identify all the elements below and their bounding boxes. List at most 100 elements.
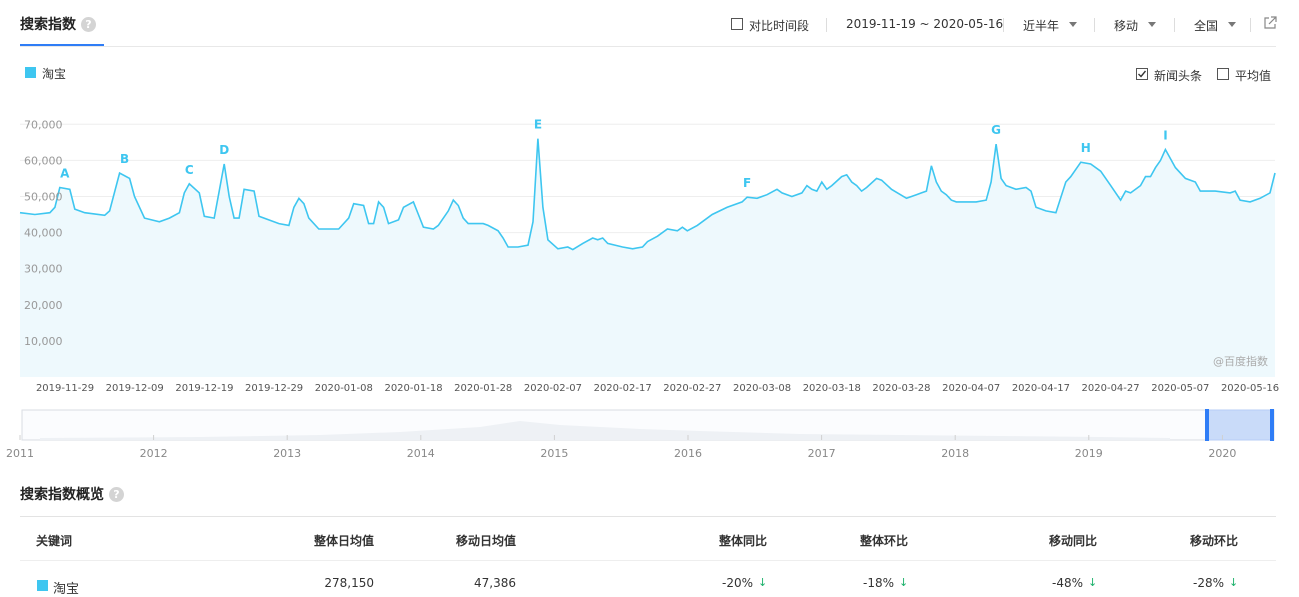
down-arrow-icon: ↓ <box>1088 576 1098 589</box>
x-tick-label: 2020-01-08 <box>315 383 373 394</box>
help-icon[interactable]: ? <box>81 17 96 32</box>
overview-title: 搜索指数概览 <box>20 487 104 503</box>
x-tick-label: 2020-02-07 <box>524 383 582 394</box>
keyword-cell: 淘宝 <box>53 582 80 597</box>
time-range-slider[interactable]: 2011 2012 2013 2014 2015 2016 2017 2018 2019 2020 <box>0 405 1299 465</box>
legend-swatch <box>25 67 36 78</box>
help-icon[interactable]: ? <box>109 487 124 502</box>
news-annotation-a[interactable]: A <box>60 166 70 180</box>
slider-left-handle[interactable] <box>1205 409 1209 441</box>
compare-checkbox[interactable] <box>731 18 743 30</box>
x-axis-labels: 2019-11-29 2019-12-09 2019-12-19 2019-12-29… <box>36 383 1279 394</box>
period-select[interactable]: 近半年 <box>1023 17 1059 34</box>
year-label: 2011 <box>6 447 34 460</box>
separator <box>1003 18 1004 32</box>
table-divider <box>20 560 1276 561</box>
x-tick-label: 2020-03-18 <box>803 383 861 394</box>
x-tick-label: 2019-12-29 <box>245 383 303 394</box>
y-tick-label: 10,000 <box>24 335 63 348</box>
device-select[interactable]: 移动 <box>1114 17 1138 34</box>
chevron-down-icon[interactable] <box>1228 22 1236 27</box>
down-arrow-icon: ↓ <box>899 576 909 589</box>
year-label: 2015 <box>540 447 568 460</box>
news-annotation-h[interactable]: H <box>1081 141 1091 155</box>
y-tick-label: 20,000 <box>24 299 63 312</box>
y-tick-label: 40,000 <box>24 227 63 240</box>
x-tick-label: 2020-04-07 <box>942 383 1000 394</box>
y-tick-label: 70,000 <box>24 118 63 131</box>
x-tick-label: 2020-01-18 <box>384 383 442 394</box>
region-select[interactable]: 全国 <box>1194 17 1218 34</box>
x-tick-label: 2020-02-27 <box>663 383 721 394</box>
year-label: 2012 <box>140 447 168 460</box>
separator <box>826 18 827 32</box>
year-label: 2013 <box>273 447 301 460</box>
check-icon <box>1138 70 1147 78</box>
overall-avg-cell: 278,150 <box>324 576 374 590</box>
down-arrow-icon: ↓ <box>1229 576 1239 589</box>
year-label: 2014 <box>407 447 435 460</box>
year-label: 2019 <box>1075 447 1103 460</box>
x-tick-label: 2020-05-07 <box>1151 383 1209 394</box>
series-area <box>20 138 1275 377</box>
news-annotation-e[interactable]: E <box>534 118 542 132</box>
mobile-mom-cell: -28% <box>1192 576 1224 590</box>
news-annotation-b[interactable]: B <box>120 152 129 166</box>
year-label: 2016 <box>674 447 702 460</box>
overall-mom-cell: -18% <box>862 576 894 590</box>
column-header-overall-avg: 整体日均值 <box>313 534 374 548</box>
separator <box>1250 18 1251 32</box>
legend-series-name[interactable]: 淘宝 <box>42 65 66 82</box>
export-icon[interactable] <box>1263 16 1277 30</box>
mobile-avg-cell: 47,386 <box>474 576 516 590</box>
down-arrow-icon: ↓ <box>758 576 768 589</box>
news-annotation-c[interactable]: C <box>185 163 194 177</box>
x-tick-label: 2020-03-28 <box>872 383 930 394</box>
header-divider <box>20 46 1276 47</box>
y-tick-label: 60,000 <box>24 154 63 167</box>
news-annotation-f[interactable]: F <box>743 176 751 190</box>
news-checkbox[interactable] <box>1136 68 1148 80</box>
average-label[interactable]: 平均值 <box>1235 67 1271 84</box>
column-header-mobile-yoy: 移动同比 <box>1048 534 1097 548</box>
x-tick-label: 2020-04-17 <box>1012 383 1070 394</box>
year-label: 2018 <box>941 447 969 460</box>
x-tick-label: 2020-05-16 <box>1221 383 1279 394</box>
column-header-keyword: 关键词 <box>36 534 73 548</box>
news-annotation-d[interactable]: D <box>219 143 229 157</box>
x-tick-label: 2020-02-17 <box>594 383 652 394</box>
news-annotation-i[interactable]: I <box>1163 129 1167 143</box>
date-range[interactable]: 2019-11-19 ~ 2020-05-16 <box>846 17 1003 31</box>
table-divider <box>20 516 1276 517</box>
x-tick-label: 2020-03-08 <box>733 383 791 394</box>
page-title: 搜索指数 <box>20 17 76 33</box>
y-tick-label: 50,000 <box>24 190 63 203</box>
separator <box>1094 18 1095 32</box>
average-checkbox[interactable] <box>1217 68 1229 80</box>
column-header-mobile-avg: 移动日均值 <box>455 534 516 548</box>
column-header-mobile-mom: 移动环比 <box>1189 534 1238 548</box>
keyword-swatch <box>37 580 48 591</box>
year-label: 2020 <box>1208 447 1236 460</box>
search-index-chart[interactable]: 70,000 60,000 50,000 40,000 30,000 20,000 10,0… <box>0 95 1299 395</box>
overall-yoy-cell: -20% <box>721 576 753 590</box>
compare-label[interactable]: 对比时间段 <box>749 17 809 34</box>
mobile-yoy-cell: -48% <box>1051 576 1083 590</box>
news-label[interactable]: 新闻头条 <box>1154 67 1202 84</box>
slider-selection[interactable] <box>1206 409 1274 441</box>
x-tick-label: 2019-11-29 <box>36 383 94 394</box>
watermark: @百度指数 <box>1213 354 1268 368</box>
year-label: 2017 <box>808 447 836 460</box>
slider-right-handle[interactable] <box>1270 409 1274 441</box>
x-tick-label: 2019-12-19 <box>175 383 233 394</box>
column-header-overall-mom: 整体环比 <box>859 534 908 548</box>
x-tick-label: 2020-04-27 <box>1082 383 1140 394</box>
news-annotation-g[interactable]: G <box>991 123 1001 137</box>
y-tick-label: 30,000 <box>24 263 63 276</box>
chevron-down-icon[interactable] <box>1148 22 1156 27</box>
column-header-overall-yoy: 整体同比 <box>718 534 767 548</box>
x-tick-label: 2020-01-28 <box>454 383 512 394</box>
chevron-down-icon[interactable] <box>1069 22 1077 27</box>
separator <box>1174 18 1175 32</box>
x-tick-label: 2019-12-09 <box>106 383 164 394</box>
